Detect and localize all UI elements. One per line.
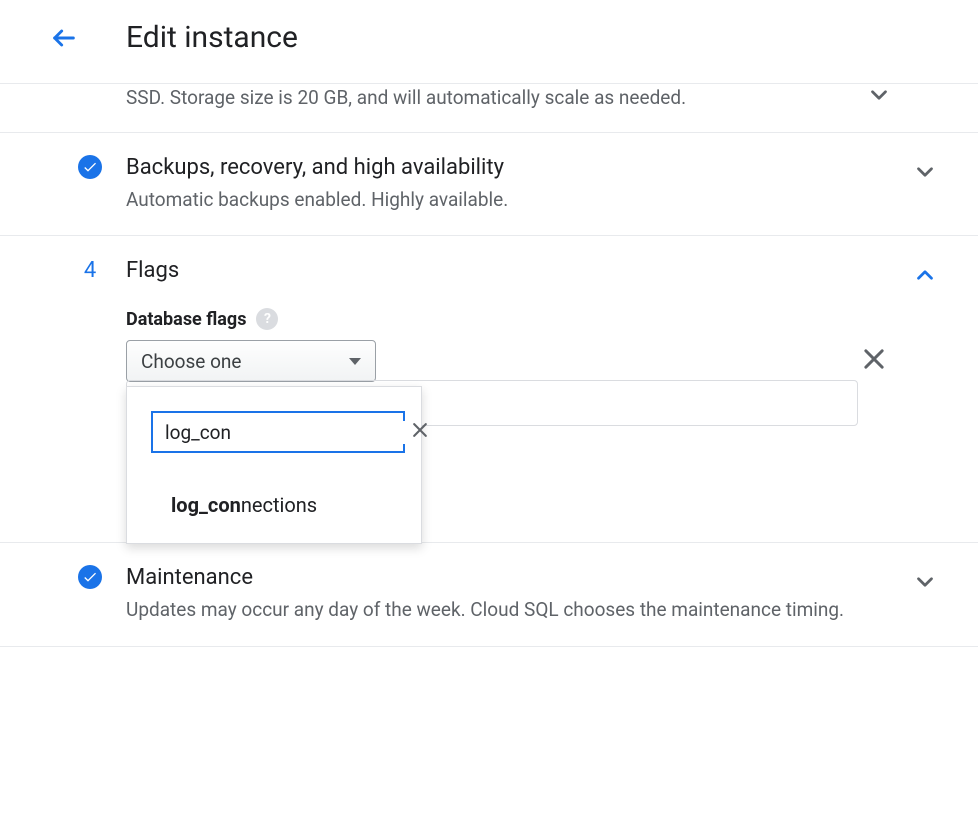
- help-icon[interactable]: ?: [256, 308, 278, 330]
- check-icon: [78, 565, 102, 589]
- dropdown-placeholder: Choose one: [141, 350, 242, 373]
- flag-search-input[interactable]: [165, 421, 410, 444]
- section-maintenance-desc: Updates may occur any day of the week. C…: [126, 596, 912, 624]
- chevron-down-icon[interactable]: [866, 82, 892, 112]
- section-storage-desc: SSD. Storage size is 20 GB, and will aut…: [126, 84, 806, 112]
- section-backups-title: Backups, recovery, and high availability: [126, 155, 912, 180]
- flag-dropdown-button[interactable]: Choose one: [126, 340, 376, 382]
- database-flags-label: Database flags: [126, 309, 246, 330]
- section-flags: 4 Flags Database flags ? Choose one: [0, 236, 978, 543]
- section-flags-title: Flags: [126, 258, 912, 283]
- dropdown-caret-icon: [349, 358, 361, 365]
- flag-dropdown-popup: log_connections: [126, 386, 422, 544]
- page-header: Edit instance: [0, 0, 978, 84]
- chevron-up-icon[interactable]: [912, 262, 938, 292]
- section-maintenance-title: Maintenance: [126, 565, 912, 590]
- flag-option-log-connections[interactable]: log_connections: [151, 487, 405, 523]
- chevron-down-icon[interactable]: [912, 569, 938, 624]
- page-title: Edit instance: [126, 20, 298, 55]
- content: SSD. Storage size is 20 GB, and will aut…: [0, 84, 978, 647]
- remove-flag-button[interactable]: [860, 345, 888, 377]
- check-icon: [78, 155, 102, 179]
- flag-search-box[interactable]: [151, 411, 405, 453]
- option-match-text: log_con: [171, 493, 241, 517]
- step-number: 4: [78, 258, 102, 282]
- section-storage: SSD. Storage size is 20 GB, and will aut…: [0, 84, 978, 133]
- section-backups: Backups, recovery, and high availability…: [0, 133, 978, 237]
- option-rest-text: nections: [241, 493, 317, 517]
- section-maintenance: Maintenance Updates may occur any day of…: [0, 543, 978, 647]
- chevron-down-icon[interactable]: [912, 159, 938, 214]
- section-backups-desc: Automatic backups enabled. Highly availa…: [126, 186, 912, 214]
- back-arrow-icon[interactable]: [50, 24, 78, 52]
- clear-icon[interactable]: [410, 420, 430, 444]
